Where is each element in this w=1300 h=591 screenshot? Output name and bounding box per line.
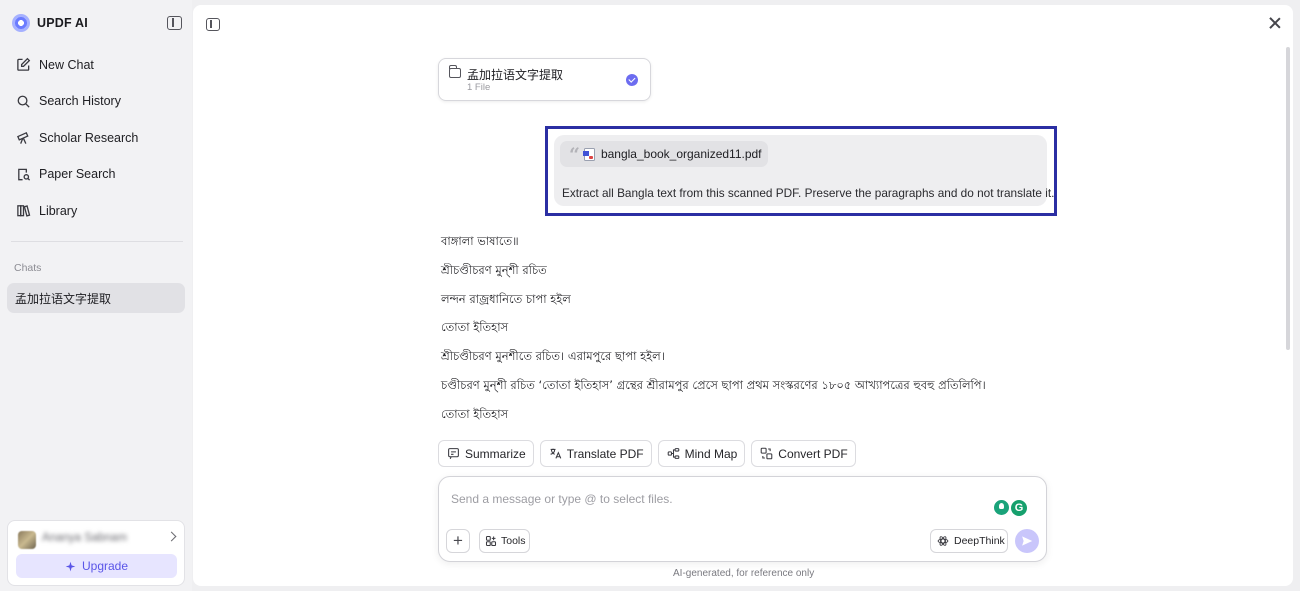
chat-panel: 孟加拉语文字提取 1 File “ bangla_book_organized1…	[193, 5, 1293, 586]
writing-assistant-icons: G	[994, 500, 1027, 516]
brand-name: UPDF AI	[37, 16, 88, 30]
edit-icon	[17, 57, 31, 71]
toggle-panel-icon[interactable]	[206, 18, 220, 31]
convert-pdf-label: Convert PDF	[778, 446, 848, 461]
message-input[interactable]: Send a message or type @ to select files…	[451, 492, 673, 506]
sidebar-item-scholar-research[interactable]: Scholar Research	[8, 121, 184, 154]
quote-icon: “	[569, 144, 580, 166]
response-line: তোতা ইতিহাস	[441, 406, 509, 421]
summarize-button[interactable]: Summarize	[438, 440, 534, 467]
sidebar-item-label: Scholar Research	[39, 130, 139, 145]
upgrade-button[interactable]: Upgrade	[16, 554, 177, 578]
assistant-response: বাঙ্গালা ভাষাতে॥ শ্রীচণ্ডীচরণ মুন্শী রচি…	[441, 232, 986, 434]
response-line: বাঙ্গালা ভাষাতে॥	[441, 234, 519, 248]
attachment-chip[interactable]: “ bangla_book_organized11.pdf	[560, 141, 768, 167]
chat-history-item[interactable]: 孟加拉语文字提取	[7, 283, 185, 313]
grammarly-icon[interactable]: G	[1011, 500, 1027, 516]
knowledge-base-title: 孟加拉语文字提取	[467, 68, 564, 82]
knowledge-base-card[interactable]: 孟加拉语文字提取 1 File	[438, 58, 651, 101]
updf-logo-icon	[12, 14, 30, 32]
deepthink-button[interactable]: DeepThink	[930, 529, 1008, 553]
pdf-file-icon	[582, 147, 595, 161]
tools-button[interactable]: Tools	[479, 529, 530, 553]
account-card[interactable]: Ananya Sabnam Upgrade	[7, 520, 185, 586]
scrollbar[interactable]	[1286, 47, 1290, 350]
send-button[interactable]	[1015, 529, 1039, 553]
sidebar-divider	[11, 241, 183, 242]
search-icon	[17, 95, 30, 108]
sidebar-item-label: New Chat	[39, 57, 94, 72]
check-icon	[626, 74, 638, 86]
knowledge-base-file-count: 1 File	[467, 82, 491, 93]
user-message-text: Extract all Bangla text from this scanne…	[562, 186, 1055, 200]
translate-pdf-label: Translate PDF	[566, 446, 644, 461]
quick-actions: Summarize Translate PDF Mind Map Convert…	[438, 440, 856, 467]
send-icon	[1022, 536, 1033, 546]
sidebar-item-label: Paper Search	[39, 167, 116, 182]
folder-icon	[448, 65, 461, 78]
upgrade-label: Upgrade	[81, 559, 129, 573]
chevron-right-icon[interactable]	[166, 531, 177, 542]
close-icon[interactable]	[1269, 17, 1281, 29]
mind-map-button[interactable]: Mind Map	[657, 440, 746, 467]
translate-icon	[550, 448, 561, 459]
sidebar-item-label: Library	[39, 203, 78, 218]
deepthink-label: DeepThink	[954, 535, 1005, 547]
collapse-sidebar-icon[interactable]	[167, 16, 182, 30]
convert-icon	[760, 447, 773, 460]
response-line: চণ্ডীচরণ মুন্শী রচিত ‘তোতা ইতিহাস’ গ্রন্…	[441, 377, 986, 392]
telescope-icon	[17, 132, 29, 145]
sidebar: UPDF AI New Chat Search History Scholar …	[0, 0, 192, 591]
ai-disclaimer: AI-generated, for reference only	[673, 568, 815, 579]
sidebar-item-label: Search History	[39, 94, 121, 109]
user-message-bubble: “ bangla_book_organized11.pdf Extract al…	[554, 135, 1054, 206]
tools-icon	[485, 535, 497, 547]
summarize-icon	[448, 448, 459, 459]
sidebar-nav: New Chat Search History Scholar Research…	[8, 48, 184, 231]
convert-pdf-button[interactable]: Convert PDF	[751, 440, 856, 467]
response-line: শ্রীচণ্ডীচরণ মুনশীতে রচিত। এরামপুরে ছাপা…	[441, 349, 665, 364]
mind-map-icon	[667, 448, 679, 459]
tools-label: Tools	[501, 535, 526, 547]
mind-map-label: Mind Map	[684, 446, 738, 461]
response-line: শ্রীচণ্ডীচরণ মুন্শী রচিত	[441, 262, 547, 277]
attachment-name: bangla_book_organized11.pdf	[600, 147, 762, 161]
sidebar-item-paper-search[interactable]: Paper Search	[8, 158, 184, 191]
user-name: Ananya Sabnam	[42, 532, 128, 544]
add-file-button[interactable]: +	[446, 529, 470, 553]
chats-section-label: Chats	[14, 262, 42, 274]
message-composer[interactable]: Send a message or type @ to select files…	[438, 476, 1047, 562]
sidebar-item-search-history[interactable]: Search History	[8, 85, 184, 118]
translate-pdf-button[interactable]: Translate PDF	[539, 440, 652, 467]
avatar	[18, 531, 36, 549]
brand[interactable]: UPDF AI	[12, 14, 88, 32]
chat-history-label: 孟加拉语文字提取	[15, 291, 112, 306]
summarize-label: Summarize	[465, 446, 526, 461]
response-line: তোতা ইতিহাস	[441, 320, 509, 335]
atom-icon	[937, 536, 949, 546]
sidebar-item-new-chat[interactable]: New Chat	[8, 48, 184, 81]
response-line: লন্দন রাজ্রধানিতে চাপা হইল	[441, 291, 571, 306]
writing-assistant-icon[interactable]	[994, 500, 1009, 515]
sidebar-item-library[interactable]: Library	[8, 194, 184, 227]
sparkle-icon	[65, 561, 76, 571]
library-icon	[17, 205, 31, 218]
document-search-icon	[18, 168, 31, 181]
